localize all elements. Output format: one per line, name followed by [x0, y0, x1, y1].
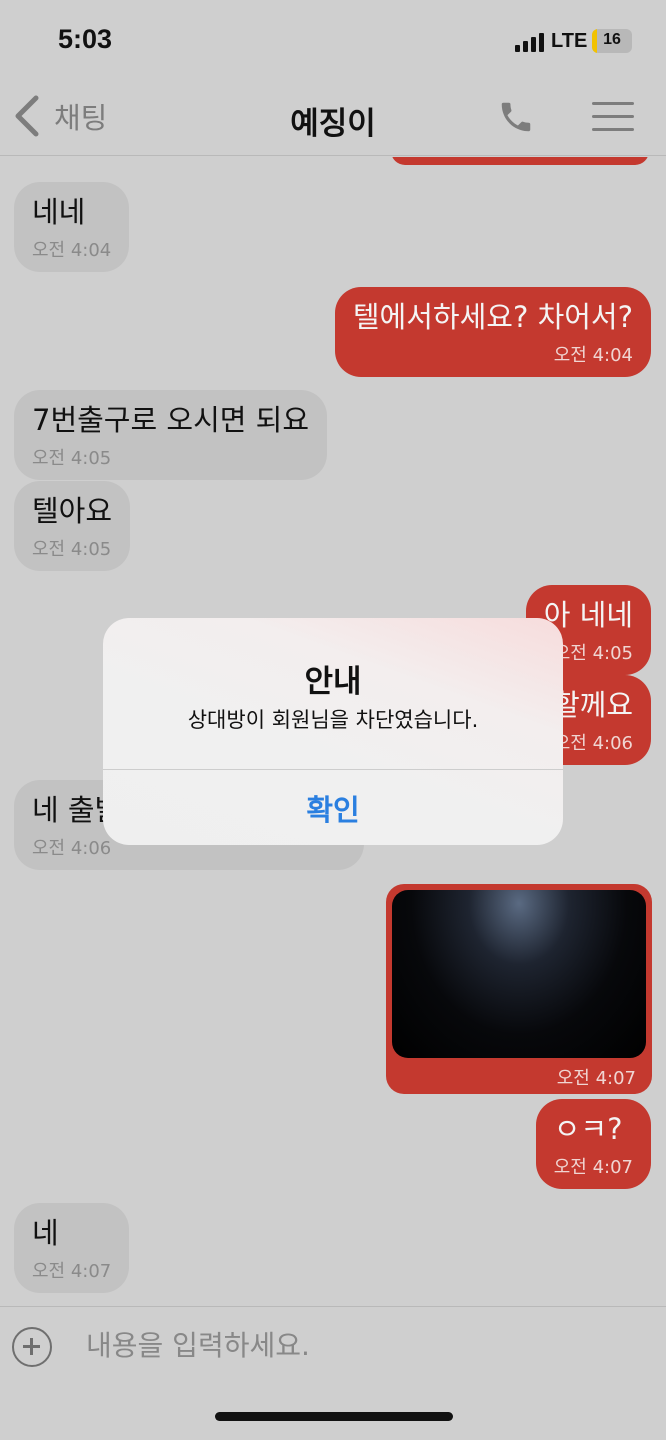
message-timestamp: 오전 4:07 — [556, 1068, 636, 1089]
message-text: 텔아요 — [32, 494, 113, 528]
signal-strength-icon — [515, 32, 547, 52]
message-bubble-incoming[interactable]: 네 오전 4:07 — [14, 1203, 130, 1293]
message-text: 네네 — [32, 195, 86, 229]
battery-level: 16 — [603, 31, 621, 48]
back-label: 채팅 — [54, 101, 108, 135]
confirm-button[interactable]: 확인 — [103, 770, 563, 845]
network-type: LTE — [551, 30, 588, 52]
dialog-message: 상대방이 회원님을 차단였습니다. — [187, 708, 479, 732]
home-indicator — [215, 1412, 453, 1421]
message-text: 7번출구로 오시면 되요 — [32, 403, 310, 437]
message-timestamp: 오전 4:06 — [553, 733, 633, 754]
image-message-bubble[interactable]: 오전 4:07 — [386, 884, 652, 1094]
message-input-bar — [0, 1306, 666, 1440]
message-text: ㅇㅋ? — [553, 1112, 623, 1146]
message-text: 텔에서하세요? 차어서? — [352, 300, 633, 334]
chevron-left-icon — [15, 95, 39, 137]
message-timestamp: 오전 4:04 — [32, 240, 112, 261]
status-time: 5:03 — [58, 24, 113, 54]
message-photo[interactable] — [392, 890, 646, 1058]
nav-bar: 채팅 예징이 — [0, 80, 666, 156]
message-input[interactable] — [86, 1323, 626, 1367]
message-text: 할께요 — [552, 688, 633, 722]
message-text: 네 — [32, 1216, 59, 1250]
back-button[interactable]: 채팅 — [12, 94, 107, 138]
message-bubble-outgoing[interactable]: 텔에서하세요? 차어서? 오전 4:04 — [334, 287, 651, 377]
message-timestamp: 오전 4:07 — [553, 1157, 633, 1178]
message-timestamp: 오전 4:04 — [553, 345, 633, 366]
hamburger-menu-icon[interactable] — [592, 102, 634, 132]
status-bar: 5:03 LTE 16 — [0, 0, 666, 80]
dialog-title: 안내 — [304, 664, 362, 700]
message-bubble-incoming[interactable]: 네네 오전 4:04 — [14, 182, 130, 272]
message-bubble-outgoing[interactable]: ㅇㅋ? 오전 4:07 — [535, 1099, 651, 1189]
add-attachment-button[interactable] — [12, 1327, 52, 1367]
message-bubble-incoming[interactable]: 텔아요 오전 4:05 — [14, 481, 131, 571]
phone-icon[interactable] — [497, 98, 535, 136]
battery-icon: 16 — [592, 29, 632, 53]
message-timestamp: 오전 4:05 — [32, 448, 112, 469]
block-notice-dialog: 안내 상대방이 회원님을 차단였습니다. 확인 — [103, 618, 563, 845]
message-bubble-partial — [391, 157, 649, 165]
message-bubble-incoming[interactable]: 7번출구로 오시면 되요 오전 4:05 — [14, 390, 328, 480]
message-timestamp: 오전 4:05 — [32, 539, 112, 560]
message-timestamp: 오전 4:07 — [32, 1261, 112, 1282]
